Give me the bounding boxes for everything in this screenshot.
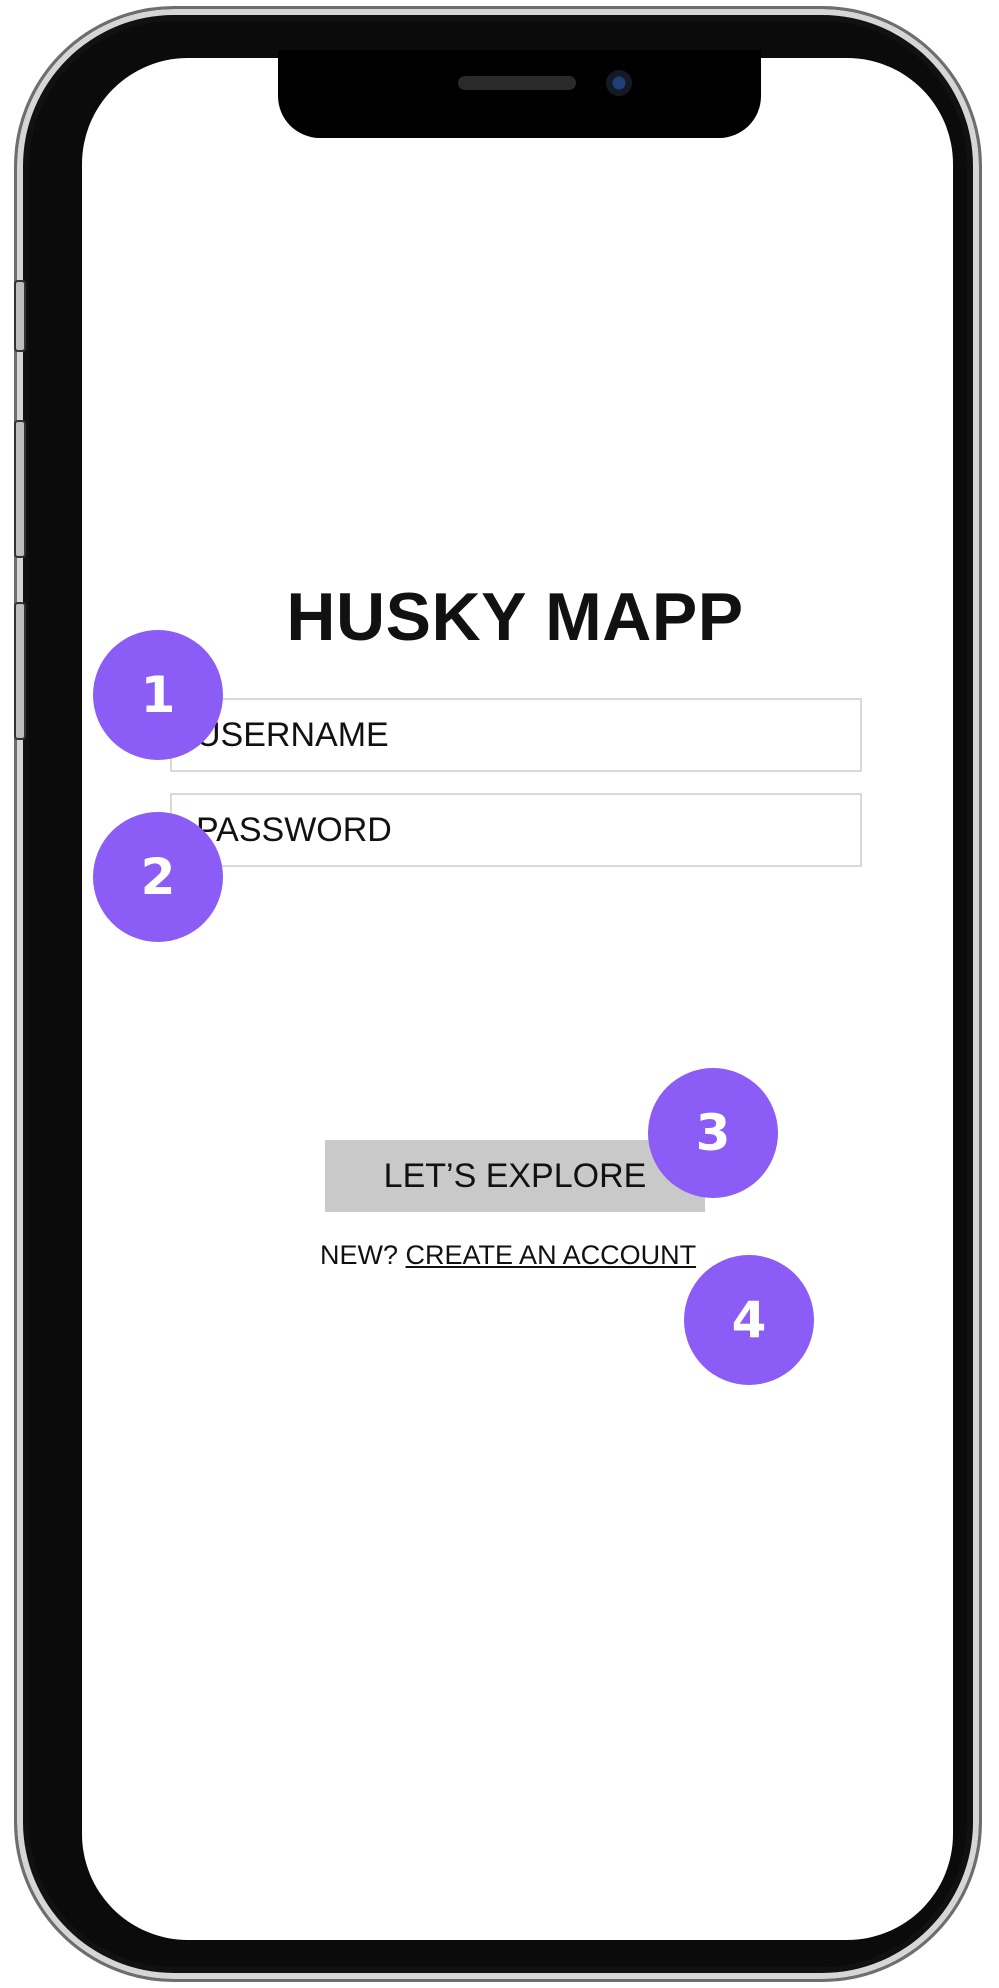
lets-explore-button[interactable]: LET’S EXPLORE [325,1140,705,1212]
annotation-marker-1: 1 [93,630,223,760]
new-user-prompt: NEW? [320,1240,399,1270]
annotation-marker-2: 2 [93,812,223,942]
phone-screen [82,58,953,1940]
username-input[interactable] [170,698,862,772]
app-title: HUSKY MAPP [286,579,744,655]
silent-switch [14,280,26,352]
annotation-marker-4: 4 [684,1255,814,1385]
canvas: HUSKY MAPP LET’S EXPLORE NEW? CREATE AN … [0,0,999,1988]
password-input[interactable] [170,793,862,867]
volume-down-button [14,602,26,740]
notch [278,50,761,138]
annotation-marker-3: 3 [648,1068,778,1198]
create-account-link[interactable]: CREATE AN ACCOUNT [406,1240,697,1270]
camera-lens-icon [606,70,632,96]
earpiece-speaker-icon [458,76,576,90]
volume-up-button [14,420,26,558]
signup-row: NEW? CREATE AN ACCOUNT [320,1240,740,1271]
